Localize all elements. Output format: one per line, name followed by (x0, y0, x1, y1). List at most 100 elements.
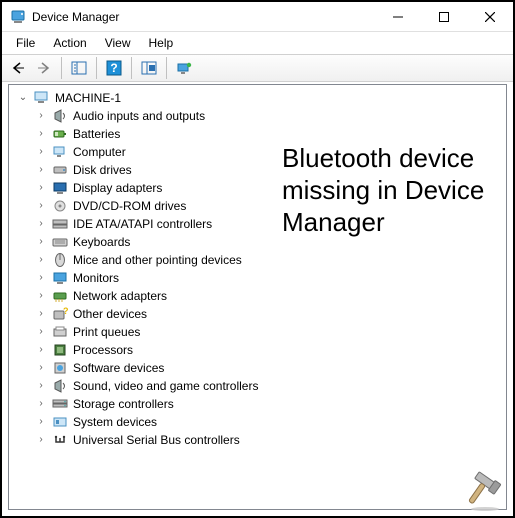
expand-icon[interactable]: › (35, 218, 47, 230)
tree-item-label: Other devices (73, 307, 147, 321)
tree-item-label: System devices (73, 415, 157, 429)
tree-item[interactable]: › Mice and other pointing devices (13, 251, 506, 269)
tree-item-label: Batteries (73, 127, 120, 141)
tree-item-label: Display adapters (73, 181, 162, 195)
expand-icon[interactable]: › (35, 110, 47, 122)
tree-item-label: Audio inputs and outputs (73, 109, 205, 123)
category-icon (50, 324, 70, 340)
expand-icon[interactable]: › (35, 308, 47, 320)
tree-item[interactable]: › Monitors (13, 269, 506, 287)
expand-icon[interactable]: › (35, 416, 47, 428)
menu-help[interactable]: Help (141, 34, 182, 52)
tree-item[interactable]: › Storage controllers (13, 395, 506, 413)
titlebar: Device Manager (2, 2, 513, 32)
tree-item-label: Mice and other pointing devices (73, 253, 242, 267)
category-icon (50, 342, 70, 358)
scan-hardware-button[interactable] (137, 57, 161, 79)
tree-item-label: Sound, video and game controllers (73, 379, 258, 393)
expand-icon[interactable]: › (35, 200, 47, 212)
expand-icon[interactable]: › (35, 434, 47, 446)
tree-item-label: Universal Serial Bus controllers (73, 433, 240, 447)
expand-icon[interactable]: › (35, 290, 47, 302)
menubar: File Action View Help (2, 32, 513, 54)
menu-action[interactable]: Action (45, 34, 94, 52)
category-icon (50, 144, 70, 160)
expand-icon[interactable]: › (35, 326, 47, 338)
svg-text:?: ? (110, 61, 117, 75)
expand-icon[interactable]: › (35, 272, 47, 284)
category-icon (50, 234, 70, 250)
tree-item[interactable]: ›? Other devices (13, 305, 506, 323)
expand-icon[interactable]: › (35, 254, 47, 266)
category-icon (50, 270, 70, 286)
toolbar-separator (131, 57, 132, 79)
menu-file[interactable]: File (8, 34, 43, 52)
expand-icon[interactable]: › (35, 164, 47, 176)
expand-icon[interactable]: › (35, 146, 47, 158)
category-icon (50, 396, 70, 412)
tree-item-label: Computer (73, 145, 126, 159)
tree-item-label: Monitors (73, 271, 119, 285)
expand-icon[interactable]: › (35, 380, 47, 392)
tree-item-label: Network adapters (73, 289, 167, 303)
tree-item-label: Disk drives (73, 163, 132, 177)
tree-item[interactable]: › Processors (13, 341, 506, 359)
category-icon (50, 180, 70, 196)
category-icon: ? (50, 306, 70, 322)
expand-icon[interactable]: › (35, 182, 47, 194)
tree-item-label: IDE ATA/ATAPI controllers (73, 217, 212, 231)
help-button[interactable]: ? (102, 57, 126, 79)
tree-item[interactable]: › System devices (13, 413, 506, 431)
category-icon (50, 162, 70, 178)
toolbar-separator (61, 57, 62, 79)
tree-item[interactable]: › Network adapters (13, 287, 506, 305)
collapse-icon[interactable]: ⌄ (17, 92, 29, 104)
tree-item[interactable]: › Batteries (13, 125, 506, 143)
category-icon (50, 414, 70, 430)
category-icon (50, 198, 70, 214)
toolbar-separator (166, 57, 167, 79)
expand-icon[interactable]: › (35, 362, 47, 374)
back-button[interactable] (6, 57, 30, 79)
expand-icon[interactable]: › (35, 344, 47, 356)
tree-item-label: Processors (73, 343, 133, 357)
app-icon (10, 9, 26, 25)
tree-item[interactable]: › Audio inputs and outputs (13, 107, 506, 125)
tree-item-label: DVD/CD-ROM drives (73, 199, 186, 213)
tree-root[interactable]: ⌄ MACHINE-1 (13, 89, 506, 107)
menu-view[interactable]: View (97, 34, 139, 52)
toolbar: ? (2, 54, 513, 82)
tree-item-label: Print queues (73, 325, 140, 339)
tree-item-label: Keyboards (73, 235, 130, 249)
tree-item-label: Storage controllers (73, 397, 174, 411)
maximize-button[interactable] (421, 2, 467, 32)
category-icon (50, 216, 70, 232)
category-icon (50, 432, 70, 448)
expand-icon[interactable]: › (35, 128, 47, 140)
minimize-button[interactable] (375, 2, 421, 32)
svg-text:?: ? (63, 307, 68, 316)
expand-icon[interactable]: › (35, 398, 47, 410)
show-hide-tree-button[interactable] (67, 57, 91, 79)
category-icon (50, 378, 70, 394)
window-title: Device Manager (32, 10, 119, 24)
annotation-text: Bluetooth device missing in Device Manag… (282, 142, 497, 238)
add-legacy-hardware-button[interactable] (172, 57, 196, 79)
tree-item[interactable]: › Universal Serial Bus controllers (13, 431, 506, 449)
toolbar-separator (96, 57, 97, 79)
computer-icon (32, 90, 52, 106)
hammer-watermark-icon (461, 464, 509, 512)
forward-button[interactable] (32, 57, 56, 79)
category-icon (50, 360, 70, 376)
tree-item[interactable]: › Sound, video and game controllers (13, 377, 506, 395)
tree-item[interactable]: › Print queues (13, 323, 506, 341)
close-button[interactable] (467, 2, 513, 32)
category-icon (50, 252, 70, 268)
root-label: MACHINE-1 (55, 91, 121, 105)
tree-item[interactable]: › Software devices (13, 359, 506, 377)
category-icon (50, 288, 70, 304)
tree-item-label: Software devices (73, 361, 164, 375)
expand-icon[interactable]: › (35, 236, 47, 248)
category-icon (50, 108, 70, 124)
category-icon (50, 126, 70, 142)
